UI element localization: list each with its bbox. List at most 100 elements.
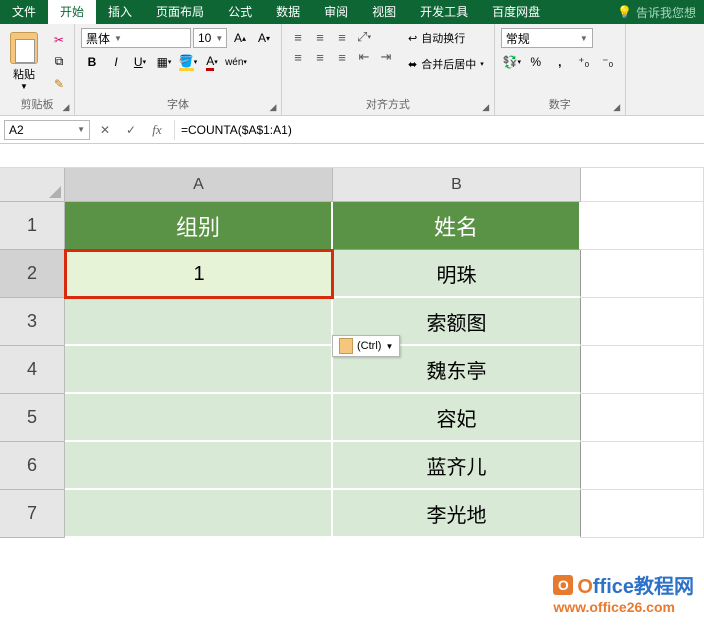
scissors-icon: ✂ [54, 33, 64, 47]
phonetic-button[interactable]: wén▾ [225, 52, 247, 72]
tab-file[interactable]: 文件 [0, 0, 48, 24]
orientation-button[interactable]: ⤢▾ [354, 28, 374, 46]
tab-data[interactable]: 数据 [264, 0, 312, 24]
border-button[interactable]: ▦▾ [153, 52, 175, 72]
cell-rest[interactable] [581, 346, 704, 394]
paste-button[interactable]: 粘贴 ▼ [6, 30, 42, 93]
paste-options-tag[interactable]: (Ctrl) ▼ [332, 335, 400, 357]
cell-rest[interactable] [581, 442, 704, 490]
format-painter-button[interactable]: ✎ [50, 75, 68, 93]
cell-rest[interactable] [581, 250, 704, 298]
decrease-indent-button[interactable]: ⇤ [354, 48, 374, 66]
row-header-1[interactable]: 1 [0, 202, 65, 250]
insert-function-button[interactable]: fx [144, 120, 170, 140]
cell-rest[interactable] [581, 490, 704, 538]
chevron-down-icon: ▼ [580, 34, 588, 43]
cell-rest[interactable] [581, 298, 704, 346]
tell-me[interactable]: 💡 告诉我您想 [609, 4, 704, 21]
cell-a6[interactable] [65, 442, 333, 490]
number-group-label: 数字 [501, 97, 619, 113]
wrap-label: 自动换行 [421, 30, 465, 46]
alignment-launcher[interactable]: ◢ [480, 102, 492, 114]
tab-layout[interactable]: 页面布局 [144, 0, 216, 24]
copy-icon: ⧉ [55, 54, 64, 69]
cell-b5[interactable]: 容妃 [333, 394, 581, 442]
decrease-font-button[interactable]: A▾ [253, 28, 275, 48]
formula-input[interactable] [174, 120, 704, 140]
align-bottom-button[interactable]: ≡ [332, 28, 352, 46]
wrap-text-button[interactable]: ↩ 自动换行 [404, 28, 488, 48]
cell-b1[interactable]: 姓名 [333, 202, 581, 250]
tab-review[interactable]: 审阅 [312, 0, 360, 24]
number-launcher[interactable]: ◢ [611, 102, 623, 114]
chevron-down-icon: ▾ [480, 60, 484, 68]
copy-button[interactable]: ⧉ [50, 53, 68, 71]
row-header-2[interactable]: 2 [0, 250, 65, 298]
name-box[interactable]: A2 ▼ [4, 120, 90, 140]
group-alignment: ≡ ≡ ≡ ⤢▾ ≡ ≡ ≡ ⇤ ⇥ ↩ 自动换行 [282, 24, 495, 115]
watermark-title: ffice教程网 [593, 576, 694, 598]
merge-label: 合并后居中 [421, 56, 476, 72]
align-top-button[interactable]: ≡ [288, 28, 308, 46]
clipboard-launcher[interactable]: ◢ [60, 102, 72, 114]
align-left-button[interactable]: ≡ [288, 48, 308, 66]
comma-button[interactable]: , [549, 52, 571, 72]
check-icon: ✓ [126, 123, 136, 137]
cell-rest[interactable] [581, 202, 704, 250]
group-font: 黑体 ▼ 10 ▼ A▴ A▾ B I U▾ ▦▾ 🪣▾ A▾ wén▾ 字体 [75, 24, 282, 115]
cell-b6[interactable]: 蓝齐儿 [333, 442, 581, 490]
number-format-combo[interactable]: 常规 ▼ [501, 28, 593, 48]
currency-button[interactable]: 💱▾ [501, 52, 523, 72]
enter-formula-button[interactable]: ✓ [118, 120, 144, 140]
cell-a5[interactable] [65, 394, 333, 442]
chevron-down-icon: ▼ [385, 342, 393, 351]
row-header-6[interactable]: 6 [0, 442, 65, 490]
tab-view[interactable]: 视图 [360, 0, 408, 24]
cell-a4[interactable] [65, 346, 333, 394]
name-box-value: A2 [9, 123, 24, 137]
percent-button[interactable]: % [525, 52, 547, 72]
paste-icon [339, 338, 353, 354]
row-header-7[interactable]: 7 [0, 490, 65, 538]
cut-button[interactable]: ✂ [50, 31, 68, 49]
col-header-b[interactable]: B [333, 168, 581, 202]
tab-formula[interactable]: 公式 [216, 0, 264, 24]
bold-button[interactable]: B [81, 52, 103, 72]
font-name-value: 黑体 [86, 30, 110, 47]
decrease-decimal-button[interactable]: ⁻₀ [597, 52, 619, 72]
cell-b2[interactable]: 明珠 [333, 250, 581, 298]
spacer [0, 144, 704, 168]
font-size-combo[interactable]: 10 ▼ [193, 28, 227, 48]
row-header-4[interactable]: 4 [0, 346, 65, 394]
row-header-5[interactable]: 5 [0, 394, 65, 442]
align-center-button[interactable]: ≡ [310, 48, 330, 66]
select-all-corner[interactable] [0, 168, 65, 202]
fill-color-button[interactable]: 🪣▾ [177, 52, 199, 72]
merge-center-button[interactable]: ⬌ 合并后居中 ▾ [404, 54, 488, 74]
col-header-rest[interactable] [581, 168, 704, 202]
cell-a3[interactable] [65, 298, 333, 346]
tab-baidu[interactable]: 百度网盘 [480, 0, 552, 24]
tab-home[interactable]: 开始 [48, 0, 96, 24]
increase-indent-button[interactable]: ⇥ [376, 48, 396, 66]
font-launcher[interactable]: ◢ [267, 102, 279, 114]
row-header-3[interactable]: 3 [0, 298, 65, 346]
font-color-button[interactable]: A▾ [201, 52, 223, 72]
cancel-formula-button[interactable]: ✕ [92, 120, 118, 140]
underline-button[interactable]: U▾ [129, 52, 151, 72]
tab-insert[interactable]: 插入 [96, 0, 144, 24]
tab-dev[interactable]: 开发工具 [408, 0, 480, 24]
cell-a7[interactable] [65, 490, 333, 538]
increase-decimal-button[interactable]: ⁺₀ [573, 52, 595, 72]
wrap-icon: ↩ [408, 32, 417, 45]
cell-a2-active[interactable]: 1 [65, 250, 333, 298]
increase-font-button[interactable]: A▴ [229, 28, 251, 48]
cell-b7[interactable]: 李光地 [333, 490, 581, 538]
col-header-a[interactable]: A [65, 168, 333, 202]
cell-a1[interactable]: 组别 [65, 202, 333, 250]
cell-rest[interactable] [581, 394, 704, 442]
font-name-combo[interactable]: 黑体 ▼ [81, 28, 191, 48]
align-right-button[interactable]: ≡ [332, 48, 352, 66]
italic-button[interactable]: I [105, 52, 127, 72]
align-middle-button[interactable]: ≡ [310, 28, 330, 46]
